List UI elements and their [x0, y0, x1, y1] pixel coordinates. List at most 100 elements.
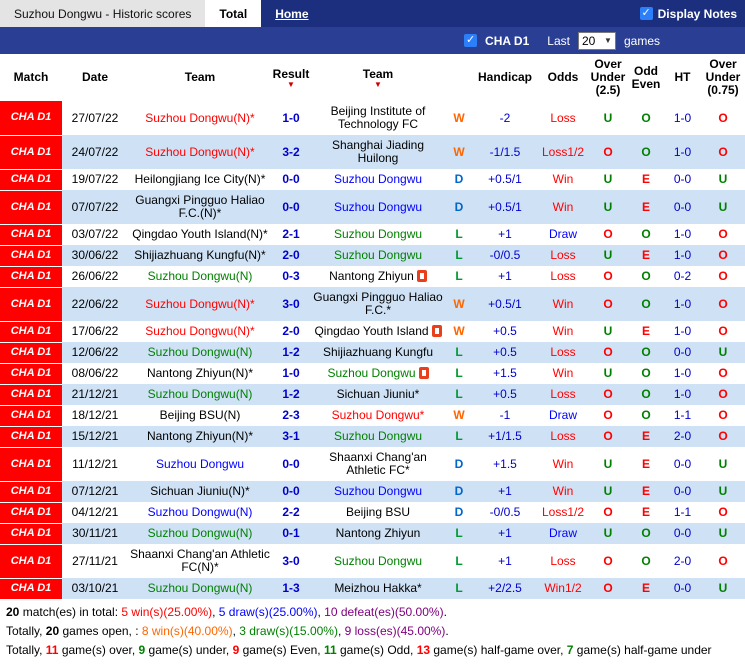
footer-line: 20 match(es) in total: 5 win(s)(25.00%),…	[6, 603, 745, 622]
half-over-under-result: O	[718, 324, 728, 338]
away-team-name[interactable]: Suzhou Dongwu	[334, 172, 422, 186]
home-team-name[interactable]: Beijing BSU(N)	[160, 408, 241, 422]
league-badge[interactable]: CHA D1	[0, 409, 62, 422]
home-team-name[interactable]: Suzhou Dongwu(N)*	[145, 111, 254, 125]
league-badge[interactable]: CHA D1	[0, 201, 62, 214]
away-team-name[interactable]: Suzhou Dongwu	[334, 248, 422, 262]
score-link[interactable]: 2-2	[272, 502, 310, 523]
away-team-name[interactable]: Nantong Zhiyun	[329, 269, 414, 283]
league-badge[interactable]: CHA D1	[0, 506, 62, 519]
home-team-name[interactable]: Suzhou Dongwu(N)	[148, 581, 253, 595]
league-badge[interactable]: CHA D1	[0, 527, 62, 540]
home-team-name[interactable]: Shaanxi Chang'an Athletic FC(N)*	[130, 547, 270, 574]
home-team-cell: Suzhou Dongwu(N)	[128, 266, 272, 287]
league-badge[interactable]: CHA D1	[0, 146, 62, 159]
home-team-name[interactable]: Nantong Zhiyun(N)*	[147, 429, 253, 443]
league-badge[interactable]: CHA D1	[0, 430, 62, 443]
ht-score: 0-0	[664, 342, 701, 363]
handicap-value: +0.5	[493, 324, 517, 338]
league-badge[interactable]: CHA D1	[0, 111, 62, 124]
score-link[interactable]: 0-0	[272, 447, 310, 481]
tab-home[interactable]: Home	[261, 7, 322, 21]
score-link[interactable]: 1-2	[272, 384, 310, 405]
away-team-name[interactable]: Suzhou Dongwu	[334, 200, 422, 214]
home-team-name[interactable]: Guangxi Pingguo Haliao F.C.(N)*	[135, 193, 264, 220]
tab-total[interactable]: Total	[205, 0, 262, 27]
away-team-name[interactable]: Qingdao Youth Island	[314, 324, 428, 338]
league-badge[interactable]: CHA D1	[0, 555, 62, 568]
score-link[interactable]: 1-3	[272, 578, 310, 599]
league-badge[interactable]: CHA D1	[0, 346, 62, 359]
away-team-name[interactable]: Suzhou Dongwu	[334, 429, 422, 443]
league-badge[interactable]: CHA D1	[0, 485, 62, 498]
score-link[interactable]: 0-0	[272, 481, 310, 502]
league-badge[interactable]: CHA D1	[0, 270, 62, 283]
score-link[interactable]: 1-0	[272, 101, 310, 135]
league-badge[interactable]: CHA D1	[0, 249, 62, 262]
score-link[interactable]: 3-2	[272, 135, 310, 169]
away-team-name[interactable]: Suzhou Dongwu	[327, 366, 415, 380]
score-link[interactable]: 0-0	[272, 190, 310, 224]
col-header-result[interactable]: Result ▼	[272, 54, 310, 101]
away-team-name[interactable]: Nantong Zhiyun	[336, 526, 421, 540]
score-link[interactable]: 3-0	[272, 544, 310, 578]
home-team-name[interactable]: Suzhou Dongwu(N)	[148, 387, 253, 401]
league-badge[interactable]: CHA D1	[0, 173, 62, 186]
away-team-name[interactable]: Sichuan Jiuniu*	[337, 387, 420, 401]
away-team-name[interactable]: Shanghai Jiading Huilong	[332, 138, 424, 165]
away-team-name[interactable]: Suzhou Dongwu	[334, 554, 422, 568]
score-link[interactable]: 1-0	[272, 363, 310, 384]
sort-result-icon[interactable]: ▼	[272, 80, 310, 88]
score-link[interactable]: 2-0	[272, 245, 310, 266]
score-link[interactable]: 2-3	[272, 405, 310, 426]
away-team-name[interactable]: Guangxi Pingguo Haliao F.C.*	[313, 290, 442, 317]
away-team-name[interactable]: Shijiazhuang Kungfu	[323, 345, 433, 359]
home-team-name[interactable]: Suzhou Dongwu(N)*	[145, 145, 254, 159]
home-team-name[interactable]: Nantong Zhiyun(N)*	[147, 366, 253, 380]
score-link[interactable]: 2-1	[272, 224, 310, 245]
away-team-cell: Qingdao Youth Island	[310, 321, 446, 342]
home-team-name[interactable]: Sichuan Jiuniu(N)*	[150, 484, 249, 498]
home-team-name[interactable]: Suzhou Dongwu	[156, 457, 244, 471]
score-link[interactable]: 0-0	[272, 169, 310, 190]
home-team-name[interactable]: Suzhou Dongwu(N)*	[145, 297, 254, 311]
home-team-name[interactable]: Suzhou Dongwu(N)*	[145, 324, 254, 338]
home-team-name[interactable]: Suzhou Dongwu(N)	[148, 269, 253, 283]
league-checkbox[interactable]: ✓	[464, 34, 478, 47]
league-badge[interactable]: CHA D1	[0, 298, 62, 311]
home-team-name[interactable]: Qingdao Youth Island(N)*	[132, 227, 267, 241]
league-badge[interactable]: CHA D1	[0, 367, 62, 380]
league-badge[interactable]: CHA D1	[0, 325, 62, 338]
half-over-under-result: O	[718, 408, 728, 422]
home-team-name[interactable]: Suzhou Dongwu(N)	[148, 345, 253, 359]
display-notes-toggle[interactable]: ✓ Display Notes	[639, 7, 745, 21]
home-team-name[interactable]: Suzhou Dongwu(N)	[148, 505, 253, 519]
footer-stat-segment: 11	[323, 642, 337, 657]
home-team-name[interactable]: Heilongjiang Ice City(N)*	[135, 172, 266, 186]
league-badge[interactable]: CHA D1	[0, 388, 62, 401]
home-team-name[interactable]: Shijiazhuang Kungfu(N)*	[134, 248, 265, 262]
score-link[interactable]: 3-1	[272, 426, 310, 447]
league-badge[interactable]: CHA D1	[0, 582, 62, 595]
away-team-name[interactable]: Shaanxi Chang'an Athletic FC*	[329, 450, 427, 477]
display-notes-checkbox[interactable]: ✓	[639, 7, 653, 20]
score-link[interactable]: 2-0	[272, 321, 310, 342]
handicap-value: -2	[499, 110, 511, 125]
league-badge[interactable]: CHA D1	[0, 228, 62, 241]
away-team-name[interactable]: Suzhou Dongwu*	[332, 408, 425, 422]
away-team-name[interactable]: Beijing Institute of Technology FC	[331, 104, 426, 131]
away-team-name[interactable]: Suzhou Dongwu	[334, 227, 422, 241]
score-link[interactable]: 1-2	[272, 342, 310, 363]
col-header-away-team[interactable]: Team ▼	[310, 54, 446, 101]
score-link[interactable]: 0-3	[272, 266, 310, 287]
league-badge[interactable]: CHA D1	[0, 458, 62, 471]
away-team-name[interactable]: Beijing BSU	[346, 505, 410, 519]
score-link[interactable]: 3-0	[272, 287, 310, 321]
away-team-name[interactable]: Suzhou Dongwu	[334, 484, 422, 498]
home-team-name[interactable]: Suzhou Dongwu(N)	[148, 526, 253, 540]
away-team-name[interactable]: Meizhou Hakka*	[334, 581, 421, 595]
score-link[interactable]: 0-1	[272, 523, 310, 544]
sort-team-icon[interactable]: ▼	[310, 80, 446, 88]
footer-stat-segment: game(s) half-game over,	[430, 642, 567, 657]
games-count-select[interactable]: 20 ▼	[577, 31, 616, 50]
